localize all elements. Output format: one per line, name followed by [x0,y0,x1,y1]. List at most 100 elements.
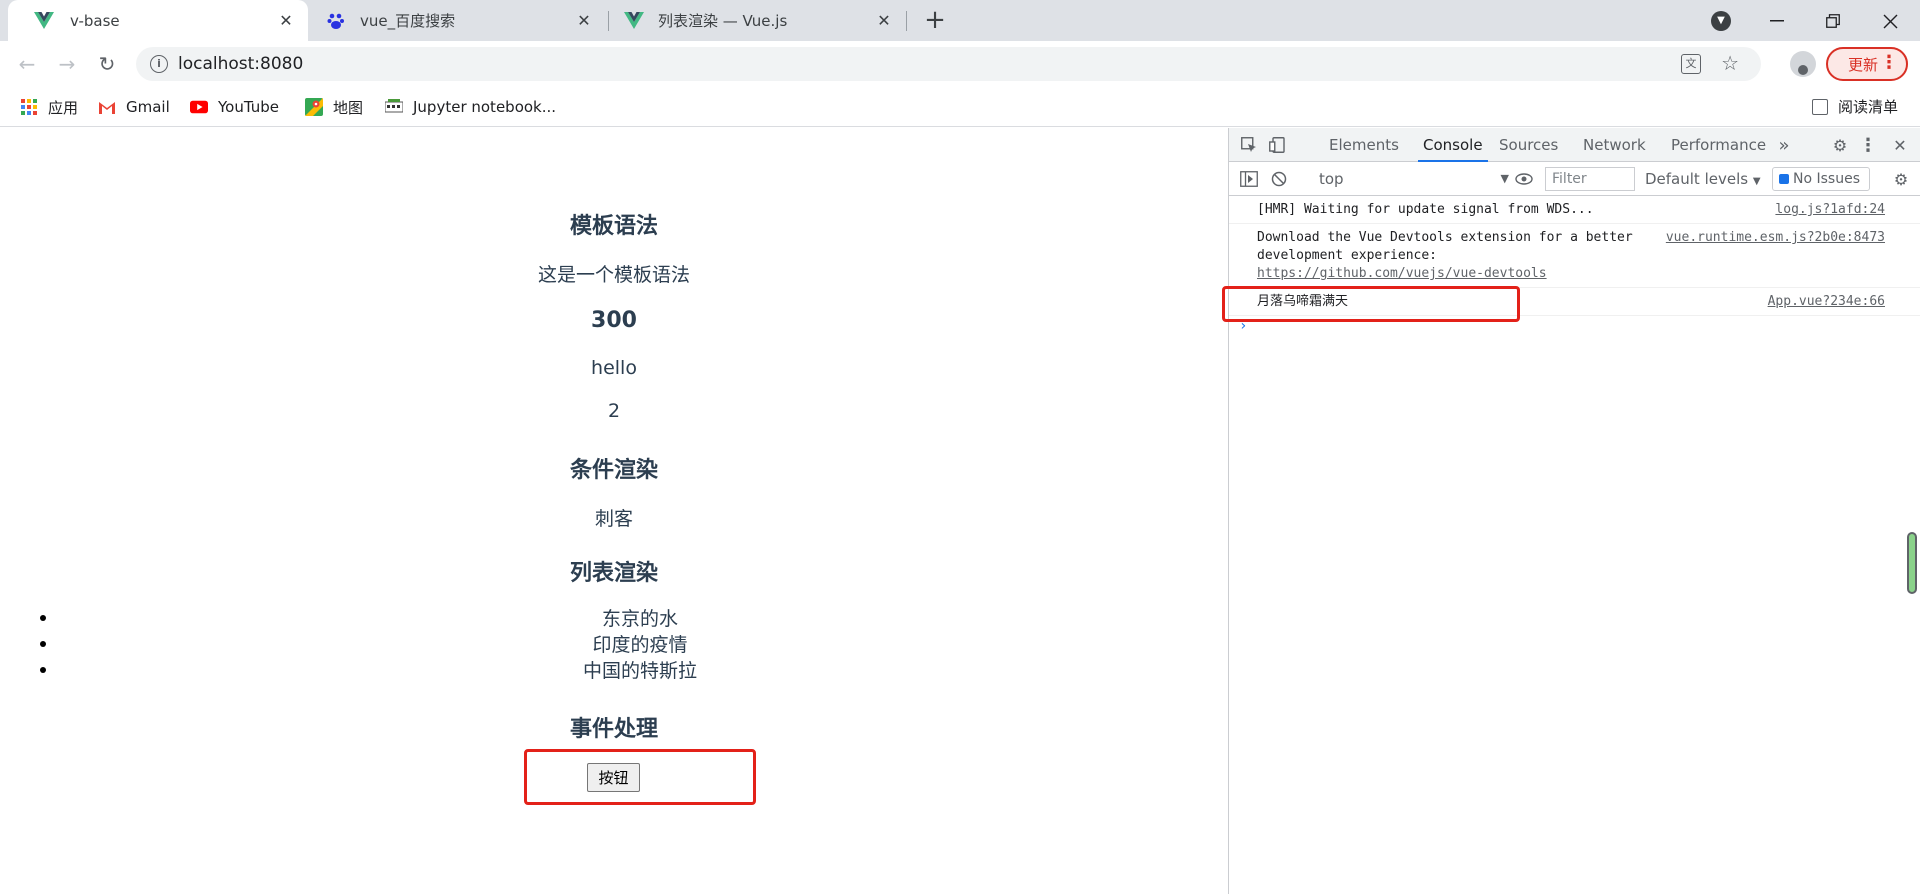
close-devtools-icon[interactable]: ✕ [1890,135,1910,155]
bookmark-youtube[interactable]: YouTube [190,96,279,118]
address-bar[interactable]: i localhost:8080 文 ☆ [136,47,1761,81]
tab-separator [608,11,609,31]
scrollbar-thumb[interactable] [1907,532,1917,594]
device-toolbar-icon[interactable] [1267,135,1287,155]
bookmark-label: YouTube [218,98,279,116]
tab-v-base[interactable]: v-base ✕ [8,0,308,41]
sidebar-toggle-icon[interactable] [1239,169,1259,189]
profile-avatar-icon[interactable] [1790,51,1816,77]
message-source-link[interactable]: log.js?1afd:24 [1775,201,1885,219]
bookmark-apps[interactable]: 应用 [20,96,78,118]
log-levels-dropdown[interactable]: Default levels ▼ [1645,168,1761,193]
conditional-rendering-heading: 条件渲染 [569,458,658,483]
update-button[interactable]: 更新 ⋮ [1826,47,1908,81]
tab-network[interactable]: Network [1583,128,1646,162]
template-syntax-heading: 模板语法 [569,214,658,239]
tab-sources[interactable]: Sources [1499,128,1558,162]
reading-list-button[interactable]: 阅读清单 [1812,96,1898,117]
context-selector[interactable]: top ▼ [1319,168,1509,190]
reading-list-icon [1812,98,1828,115]
clear-console-icon[interactable] [1269,169,1289,189]
bookmark-star-icon[interactable]: ☆ [1721,51,1739,75]
close-tab-icon[interactable]: ✕ [874,11,894,31]
bookmark-label: 地图 [333,98,364,117]
reload-icon[interactable]: ↻ [92,49,122,79]
highlight-box-button [524,749,756,805]
site-info-icon[interactable]: i [150,55,168,73]
bookmark-gmail[interactable]: Gmail [98,96,170,118]
hello-text: hello [591,357,637,379]
vue-logo-icon [624,11,644,31]
bookmark-label: 应用 [48,98,79,117]
tab-performance[interactable]: Performance [1671,128,1766,162]
close-tab-icon[interactable]: ✕ [276,11,296,31]
list-item: 印度的疫情 [0,630,1228,656]
bookmark-maps[interactable]: 地图 [305,96,363,118]
minimize-icon[interactable] [1762,6,1792,36]
inspect-element-icon[interactable] [1239,135,1259,155]
tab-title: vue_百度搜索 [360,12,456,30]
gear-icon[interactable]: ⚙ [1830,135,1850,155]
context-value: top [1319,170,1344,188]
gmail-icon [98,98,116,116]
tab-elements[interactable]: Elements [1329,128,1399,162]
message-source-link[interactable]: vue.runtime.esm.js?2b0e:8473 [1666,229,1885,247]
number-value: 300 [591,308,637,333]
bullet-icon [40,615,46,621]
tab-title: 列表渲染 — Vue.js [658,12,788,30]
list-rendering-heading: 列表渲染 [569,561,658,586]
forward-arrow-icon[interactable]: → [52,49,82,79]
console-settings-gear-icon[interactable]: ⚙ [1891,169,1911,189]
kebab-menu-icon[interactable]: ⋮ [1880,52,1898,73]
list-item: 中国的特斯拉 [0,656,1228,682]
bullet-icon [40,667,46,673]
console-message: Download the Vue Devtools extension for … [1229,224,1920,288]
jupyter-icon [385,98,403,116]
apps-grid-icon [20,98,38,116]
browser-toolbar: ← → ↻ i localhost:8080 文 ☆ 更新 ⋮ [0,41,1920,87]
issues-button[interactable]: No Issues [1772,167,1870,191]
tab-console[interactable]: Console [1418,128,1488,162]
translate-icon[interactable]: 文 [1681,54,1701,74]
bookmark-label: Gmail [126,98,170,116]
devtools-panel: Elements Console Sources Network Perform… [1222,128,1920,894]
baidu-paw-icon [326,11,346,31]
back-arrow-icon[interactable]: ← [12,49,42,79]
console-filter-bar: top ▼ Filter Default levels ▼ No Issues … [1229,162,1920,196]
list-item: 东京的水 [0,604,1228,630]
vue-logo-icon [34,11,54,31]
template-syntax-text: 这是一个模板语法 [537,264,690,286]
close-tab-icon[interactable]: ✕ [574,11,594,31]
item-list: 东京的水 印度的疫情 中国的特斯拉 [0,604,1228,682]
eye-icon[interactable] [1514,169,1534,189]
bookmark-jupyter[interactable]: Jupyter notebook... [385,96,556,118]
console-message: [HMR] Waiting for update signal from WDS… [1229,196,1920,224]
close-window-icon[interactable] [1875,6,1905,36]
vue-devtools-link[interactable]: https://github.com/vuejs/vue-devtools [1257,266,1547,281]
event-handling-heading: 事件处理 [569,717,658,742]
restore-icon[interactable] [1818,6,1848,36]
tab-search-chevron-icon[interactable]: ▼ [1711,11,1731,31]
tab-title: v-base [70,11,120,30]
new-tab-plus-icon[interactable]: + [922,7,948,34]
vue-app-page: 模板语法 这是一个模板语法 300 hello 2 条件渲染 刺客 列表渲染 东… [0,128,1228,894]
count-value: 2 [607,400,621,422]
dropdown-arrow-icon: ▼ [1752,176,1761,187]
issues-flag-icon [1779,174,1789,184]
maps-icon [305,98,323,116]
tab-strip: v-base ✕ vue_百度搜索 ✕ 列表渲染 — Vue.js ✕ + ▼ [0,0,1920,41]
console-filter-input[interactable]: Filter [1545,167,1635,191]
more-tabs-chevron-icon[interactable]: » [1774,135,1794,156]
dropdown-arrow-icon: ▼ [1500,172,1509,185]
devtools-tab-bar: Elements Console Sources Network Perform… [1229,128,1920,162]
update-label: 更新 [1848,55,1879,74]
tab-baidu[interactable]: vue_百度搜索 ✕ [310,0,606,41]
youtube-icon [190,98,208,116]
bookmarks-bar: 应用 Gmail YouTube 地图 Jupyter notebook... … [0,87,1920,127]
tab-vue-docs[interactable]: 列表渲染 — Vue.js ✕ [610,0,906,41]
url-text[interactable]: localhost:8080 [178,54,303,74]
message-source-link[interactable]: App.vue?234e:66 [1768,293,1885,311]
highlight-box-console [1222,286,1520,322]
kebab-menu-icon[interactable]: ⋮ [1858,135,1878,156]
bullet-icon [40,641,46,647]
